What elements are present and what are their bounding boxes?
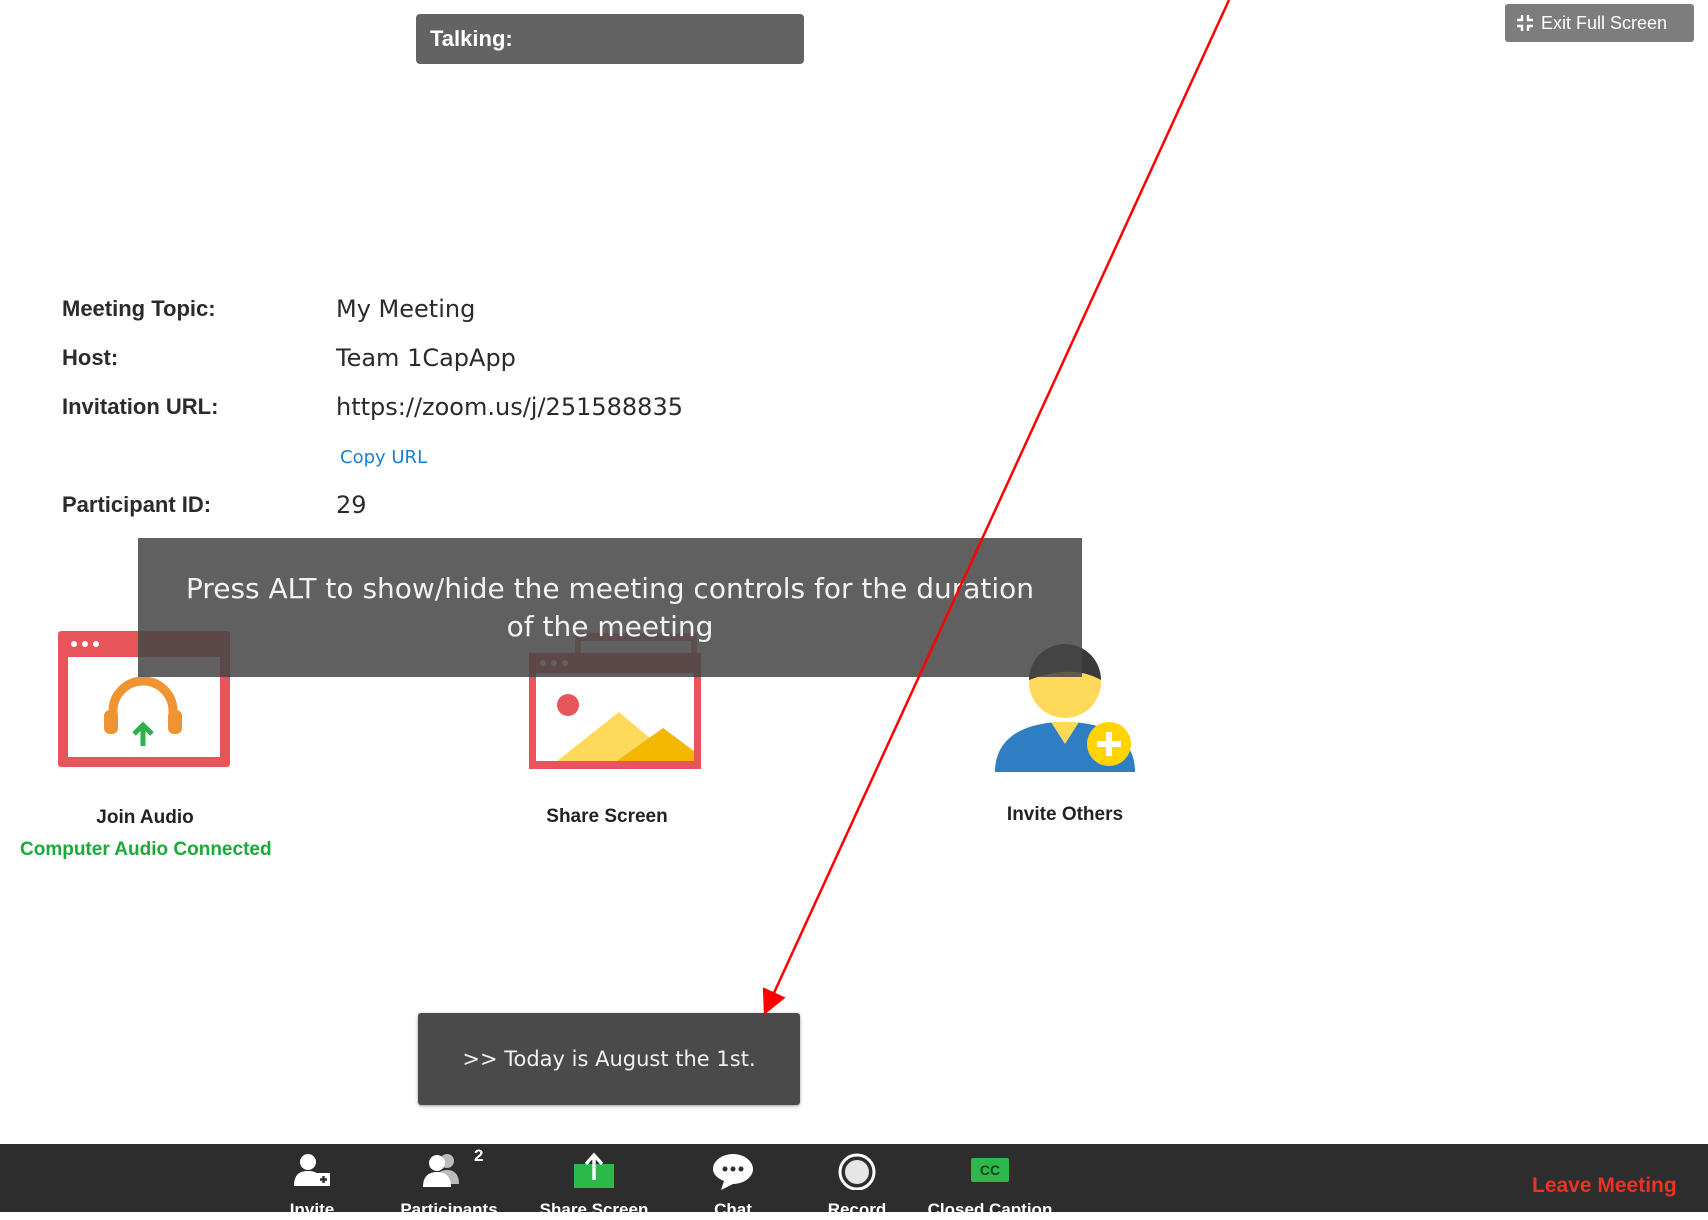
toolbar-participants-button[interactable]: 2 Participants [390, 1144, 508, 1219]
toolbar-closed-caption-label: Closed Caption [927, 1200, 1053, 1219]
share-screen-label: Share Screen [546, 806, 668, 827]
alt-hint-line1: Press ALT to show/hide the meeting contr… [185, 572, 1035, 605]
exit-fullscreen-icon [1517, 15, 1533, 31]
invitation-url-value: https://zoom.us/j/251588835 [336, 393, 683, 421]
meeting-topic-value: My Meeting [336, 295, 476, 323]
meeting-toolbar: Invite 2 Participants Share Screen Chat … [0, 1144, 1708, 1219]
toolbar-chat-button[interactable]: Chat [700, 1144, 766, 1219]
copy-url-link[interactable]: Copy URL [340, 447, 427, 468]
invite-others-label: Invite Others [1006, 804, 1124, 825]
join-audio-label: Join Audio [96, 807, 194, 828]
participants-count: 2 [474, 1146, 484, 1165]
participants-icon [423, 1154, 459, 1187]
host-value: Team 1CapApp [336, 344, 516, 372]
meeting-topic-label: Meeting Topic: [62, 296, 216, 321]
leave-meeting-button[interactable]: Leave Meeting [1532, 1174, 1677, 1198]
record-icon [838, 1153, 876, 1190]
exit-fullscreen-label: Exit Full Screen [1541, 12, 1668, 33]
toolbar-record-label: Record [827, 1200, 887, 1219]
toolbar-record-button[interactable]: Record [820, 1144, 894, 1219]
closed-caption-text: >> Today is August the 1st. [462, 1047, 756, 1071]
closed-caption-icon: CC [971, 1158, 1009, 1182]
alt-hint-line2: of the meeting [506, 610, 714, 643]
talking-indicator: Talking: [416, 14, 804, 64]
talking-label: Talking: [430, 26, 513, 51]
toolbar-closed-caption-button[interactable]: CC Closed Caption [920, 1144, 1060, 1219]
toolbar-invite-label: Invite [289, 1200, 335, 1219]
toolbar-share-screen-button[interactable]: Share Screen [530, 1144, 658, 1219]
alt-hint-overlay: Press ALT to show/hide the meeting contr… [138, 538, 1082, 677]
toolbar-participants-label: Participants [400, 1200, 498, 1219]
host-label: Host: [62, 345, 119, 370]
share-screen-arrow-icon [574, 1152, 614, 1188]
chat-icon [713, 1154, 753, 1190]
toolbar-invite-button[interactable]: Invite [282, 1144, 342, 1219]
toolbar-share-screen-label: Share Screen [539, 1200, 649, 1219]
participant-id-value: 29 [336, 491, 367, 519]
invitation-url-label: Invitation URL: [62, 394, 219, 419]
audio-status-text: Computer Audio Connected [20, 839, 272, 860]
invite-icon [294, 1154, 330, 1186]
participant-id-label: Participant ID: [62, 492, 212, 517]
exit-fullscreen-button[interactable]: Exit Full Screen [1505, 4, 1694, 42]
closed-caption-box: >> Today is August the 1st. [418, 1013, 800, 1105]
toolbar-chat-label: Chat [714, 1200, 752, 1219]
